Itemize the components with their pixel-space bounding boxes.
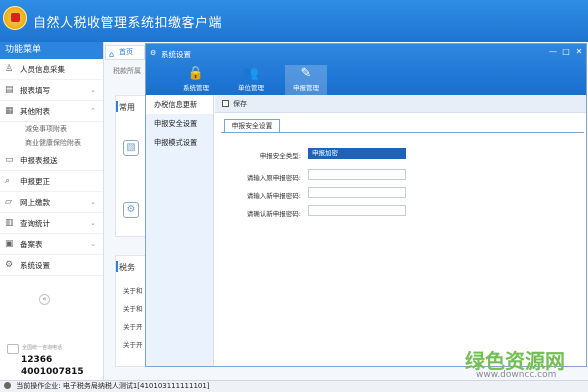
sidebar-item-report-correct[interactable]: ⌕ 申报更正 — [0, 171, 103, 192]
panel-title: 税务 — [119, 263, 135, 272]
chart-icon: ▥ — [5, 218, 14, 228]
sidebar-item-personnel-collection[interactable]: ♙ 人员信息采集 — [0, 59, 103, 80]
sidebar-item-other-attachments[interactable]: ▦ 其他附表 ⌃ — [0, 101, 103, 122]
dialog-title: 系统设置 — [161, 50, 191, 59]
gear-icon: ⚙ — [150, 49, 157, 57]
hotline-number: 12366 — [21, 355, 53, 365]
chevron-up-icon: ⌃ — [90, 107, 96, 115]
sidebar-subitem-health-insurance[interactable]: 商业健康保险附表 — [0, 136, 103, 150]
dialog-left-nav: 办税信息更新 申报安全设置 申报模式设置 — [146, 95, 214, 366]
sidebar-item-query-statistics[interactable]: ▥ 查询统计 ⌄ — [0, 213, 103, 234]
phone-icon — [7, 344, 19, 354]
chevron-down-icon: ⌄ — [90, 86, 96, 94]
lock-icon: 🔒 — [187, 66, 205, 81]
person-icon: ♙ — [5, 64, 14, 74]
sidebar-item-label: 报表填写 — [20, 86, 50, 95]
tax-link[interactable]: 关于开 — [123, 339, 145, 349]
sidebar-item-label: 其他附表 — [20, 107, 50, 116]
status-text: 当前操作企业: 电子税务局纳税人测试1[410103111111101] — [16, 382, 210, 390]
users-icon: 👥 — [242, 66, 260, 81]
chevron-down-icon: ⌄ — [90, 198, 96, 206]
sidebar-item-label: 查询统计 — [20, 219, 50, 228]
image-icon[interactable]: ▧ — [123, 140, 139, 156]
original-password-field[interactable] — [308, 169, 406, 180]
tool-report-management[interactable]: ✎ 申报管理 — [285, 65, 327, 95]
hotline-number: 4001007815 — [21, 367, 84, 377]
tab-report-security-settings[interactable]: 申报安全设置 — [224, 119, 280, 133]
chevron-down-icon: ⌄ — [90, 219, 96, 227]
menu-header: 功能菜单 — [0, 42, 103, 59]
sidebar-item-online-payment[interactable]: ▱ 网上缴款 ⌄ — [0, 192, 103, 213]
breadcrumb: 税款所属 — [113, 67, 141, 75]
confirm-password-label: 请确认新申报密码: — [246, 210, 301, 218]
sidebar-item-label: 人员信息采集 — [20, 65, 65, 74]
dialog-toolbar: 保存 — [215, 95, 586, 113]
edit-icon: ✎ — [300, 66, 312, 81]
maximize-button[interactable]: □ — [561, 47, 571, 56]
dialog-header: ⚙ 系统设置 — □ ✕ 🔒 系统管理 👥 单位管理 ✎ 申报管理 — [146, 44, 586, 95]
tab-label: 首页 — [119, 48, 133, 56]
user-icon — [4, 382, 11, 389]
confirm-password-field[interactable] — [308, 205, 406, 216]
grid-icon: ▦ — [5, 106, 14, 116]
sidebar-item-label: 备案表 — [20, 240, 43, 249]
app-header: 自然人税收管理系统扣缴客户端 — [0, 0, 588, 42]
hotline-caption: 全国统一咨询电话 — [22, 345, 63, 351]
tool-label: 申报管理 — [293, 84, 319, 92]
watermark-url: www.downcc.com — [476, 370, 557, 380]
home-icon: ⌂ — [109, 50, 115, 59]
document-icon: ▣ — [5, 239, 14, 249]
sidebar-item-system-settings[interactable]: ⚙ 系统设置 — [0, 255, 103, 276]
sidebar-item-report-send[interactable]: ▭ 申报表报送 — [0, 150, 103, 171]
tool-system-management[interactable]: 🔒 系统管理 — [175, 65, 217, 95]
sidebar-collapse-button[interactable]: « — [39, 294, 50, 305]
tool-label: 单位管理 — [238, 84, 264, 92]
emblem-icon — [3, 6, 27, 30]
panel-accent — [116, 261, 118, 272]
security-type-select[interactable]: 申报加密 — [308, 148, 406, 159]
nav-tax-info-update[interactable]: 办税信息更新 — [146, 95, 213, 114]
settings-shortcut-icon[interactable]: ⚙ — [123, 202, 139, 218]
sidebar-item-filing-table[interactable]: ▣ 备案表 ⌄ — [0, 234, 103, 255]
sidebar-subitem-reduction[interactable]: 减免事项附表 — [0, 122, 103, 136]
save-icon[interactable] — [222, 100, 229, 107]
search-icon: ⌕ — [5, 176, 11, 186]
save-button[interactable]: 保存 — [233, 99, 247, 109]
chevron-down-icon: ⌄ — [90, 240, 96, 248]
sidebar-item-label: 申报更正 — [20, 177, 50, 186]
nav-report-mode[interactable]: 申报模式设置 — [146, 133, 213, 152]
folder-icon: ▱ — [5, 197, 12, 207]
panel-accent — [116, 101, 118, 112]
sidebar-item-report-fill[interactable]: ▤ 报表填写 ⌄ — [0, 80, 103, 101]
send-icon: ▭ — [5, 155, 14, 165]
tool-label: 系统管理 — [183, 84, 209, 92]
status-bar: 当前操作企业: 电子税务局纳税人测试1[410103111111101] — [0, 380, 588, 392]
minimize-button[interactable]: — — [548, 47, 558, 56]
gear-icon: ⚙ — [5, 260, 14, 270]
security-type-label: 申报安全类型: — [259, 152, 301, 160]
nav-report-security[interactable]: 申报安全设置 — [146, 114, 213, 133]
tax-link[interactable]: 关于和 — [123, 285, 145, 295]
app-title: 自然人税收管理系统扣缴客户端 — [33, 16, 223, 31]
form-icon: ▤ — [5, 85, 14, 95]
tab-home[interactable]: ⌂ 首页 — [105, 45, 145, 60]
tax-link[interactable]: 关于开 — [123, 321, 145, 331]
tax-link[interactable]: 关于和 — [123, 303, 145, 313]
sidebar-menu: 功能菜单 ♙ 人员信息采集 ▤ 报表填写 ⌄ ▦ 其他附表 ⌃ 减免事项附表 商… — [0, 42, 104, 380]
original-password-label: 请输入原申报密码: — [246, 174, 301, 182]
common-panel: 常用 ▧ ⚙ — [115, 95, 146, 237]
system-settings-dialog: ⚙ 系统设置 — □ ✕ 🔒 系统管理 👥 单位管理 ✎ 申报管理 办税信息更新… — [145, 43, 587, 367]
sidebar-item-label: 系统设置 — [20, 261, 50, 270]
panel-title: 常用 — [119, 103, 135, 112]
tab-divider — [221, 132, 584, 133]
close-button[interactable]: ✕ — [574, 47, 584, 56]
sidebar-item-label: 申报表报送 — [20, 156, 58, 165]
new-password-field[interactable] — [308, 187, 406, 198]
new-password-label: 请输入新申报密码: — [246, 192, 301, 200]
tool-unit-management[interactable]: 👥 单位管理 — [230, 65, 272, 95]
sidebar-item-label: 网上缴款 — [20, 198, 50, 207]
